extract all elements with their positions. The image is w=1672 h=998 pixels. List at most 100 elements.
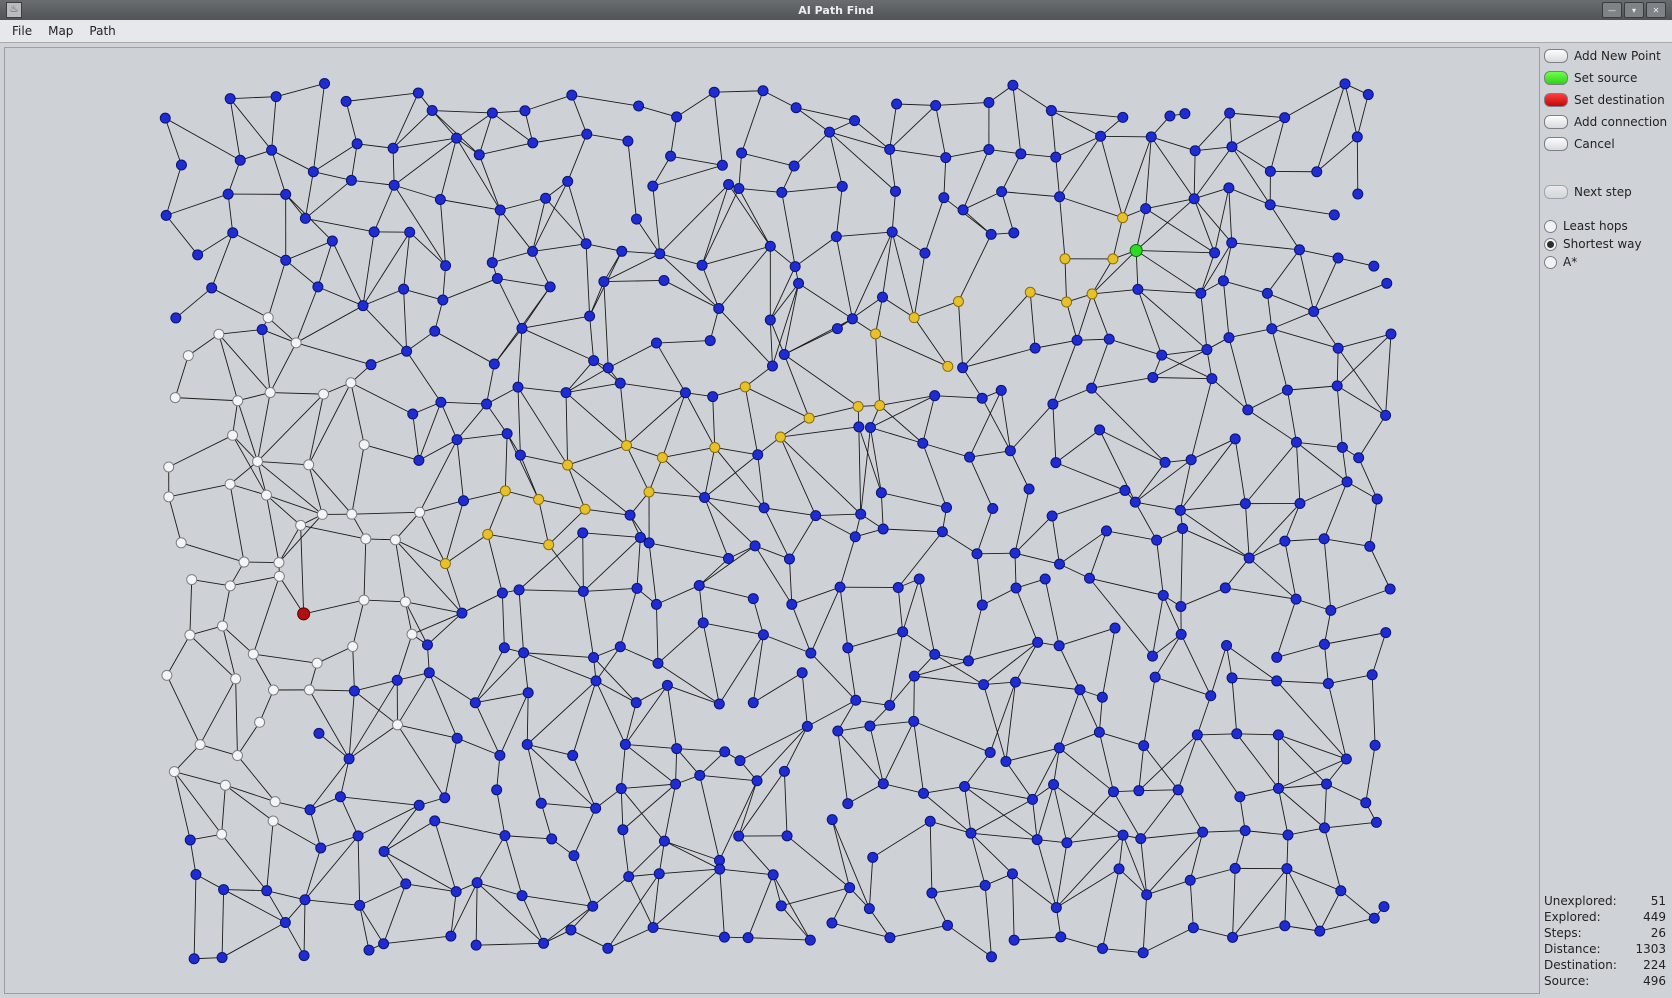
graph-node-blue[interactable] (388, 143, 398, 153)
graph-node-yellow[interactable] (1025, 287, 1035, 297)
graph-canvas[interactable] (4, 47, 1540, 994)
graph-node-blue[interactable] (960, 781, 970, 791)
graph-node-blue[interactable] (1056, 932, 1066, 942)
graph-node-blue[interactable] (1272, 652, 1282, 662)
minimize-button[interactable]: — (1602, 2, 1622, 18)
graph-node-yellow[interactable] (580, 504, 590, 514)
graph-node-white[interactable] (183, 351, 193, 361)
graph-node-blue[interactable] (482, 399, 492, 409)
graph-node-blue[interactable] (366, 360, 376, 370)
graph-node-blue[interactable] (316, 843, 326, 853)
graph-node-blue[interactable] (1370, 740, 1380, 750)
graph-node-white[interactable] (359, 595, 369, 605)
graph-node-blue[interactable] (499, 643, 509, 653)
graph-node-blue[interactable] (1016, 149, 1026, 159)
graph-node-white[interactable] (296, 520, 306, 530)
graph-node-blue[interactable] (1369, 913, 1379, 923)
graph-node-blue[interactable] (748, 594, 758, 604)
graph-node-blue[interactable] (997, 187, 1007, 197)
graph-node-blue[interactable] (563, 176, 573, 186)
graph-node-blue[interactable] (847, 314, 857, 324)
graph-node-blue[interactable] (1280, 113, 1290, 123)
graph-node-blue[interactable] (752, 776, 762, 786)
graph-node-blue[interactable] (966, 828, 976, 838)
graph-node-blue[interactable] (671, 779, 681, 789)
graph-node-blue[interactable] (515, 450, 525, 460)
graph-node-blue[interactable] (1333, 253, 1343, 263)
graph-node-blue[interactable] (914, 574, 924, 584)
graph-node-blue[interactable] (346, 175, 356, 185)
graph-node-blue[interactable] (942, 503, 952, 513)
graph-node-blue[interactable] (631, 698, 641, 708)
graph-node-white[interactable] (253, 456, 263, 466)
graph-node-blue[interactable] (1381, 410, 1391, 420)
graph-node-blue[interactable] (1342, 477, 1352, 487)
graph-node-blue[interactable] (402, 346, 412, 356)
graph-node-yellow[interactable] (943, 361, 953, 371)
graph-node-blue[interactable] (909, 716, 919, 726)
graph-node-white[interactable] (170, 393, 180, 403)
graph-node-blue[interactable] (1309, 307, 1319, 317)
graph-node-white[interactable] (248, 649, 258, 659)
graph-node-blue[interactable] (401, 879, 411, 889)
graph-node-blue[interactable] (734, 183, 744, 193)
graph-node-blue[interactable] (832, 324, 842, 334)
graph-node-blue[interactable] (1120, 485, 1130, 495)
graph-node-blue[interactable] (865, 423, 875, 433)
graph-node-yellow[interactable] (875, 400, 885, 410)
graph-node-blue[interactable] (1280, 536, 1290, 546)
graph-node-blue[interactable] (655, 249, 665, 259)
graph-node-blue[interactable] (620, 739, 630, 749)
graph-node-blue[interactable] (1365, 541, 1375, 551)
graph-node-blue[interactable] (1206, 691, 1216, 701)
graph-node-blue[interactable] (624, 872, 634, 882)
graph-node-blue[interactable] (697, 260, 707, 270)
add-new-point-button[interactable]: Add New Point (1544, 47, 1668, 65)
graph-node-blue[interactable] (750, 541, 760, 551)
graph-node-blue[interactable] (1291, 594, 1301, 604)
graph-node-blue[interactable] (1095, 425, 1105, 435)
graph-node-blue[interactable] (1228, 932, 1238, 942)
graph-node-blue[interactable] (765, 241, 775, 251)
graph-node-yellow[interactable] (953, 296, 963, 306)
graph-node-white[interactable] (232, 751, 242, 761)
graph-node-blue[interactable] (787, 599, 797, 609)
graph-node-blue[interactable] (389, 180, 399, 190)
next-step-button[interactable]: Next step (1544, 183, 1668, 201)
graph-node-blue[interactable] (1227, 673, 1237, 683)
graph-node-blue[interactable] (615, 378, 625, 388)
graph-node-blue[interactable] (413, 88, 423, 98)
set-destination-button[interactable]: Set destination (1544, 91, 1668, 109)
graph-node-blue[interactable] (1048, 399, 1058, 409)
graph-node-white[interactable] (319, 389, 329, 399)
graph-node-blue[interactable] (963, 656, 973, 666)
graph-node-yellow[interactable] (775, 432, 785, 442)
graph-node-blue[interactable] (1142, 890, 1152, 900)
graph-node-blue[interactable] (672, 744, 682, 754)
graph-node-blue[interactable] (517, 323, 527, 333)
graph-node-blue[interactable] (1267, 324, 1277, 334)
graph-node-blue[interactable] (435, 195, 445, 205)
graph-node-blue[interactable] (1009, 228, 1019, 238)
graph-node-blue[interactable] (1173, 785, 1183, 795)
graph-node-blue[interactable] (1353, 189, 1363, 199)
graph-node-blue[interactable] (827, 918, 837, 928)
graph-node-blue[interactable] (1010, 677, 1020, 687)
graph-node-white[interactable] (214, 329, 224, 339)
graph-node-yellow[interactable] (853, 401, 863, 411)
graph-node-blue[interactable] (1190, 146, 1200, 156)
graph-node-blue[interactable] (1265, 166, 1275, 176)
graph-node-blue[interactable] (517, 891, 527, 901)
graph-node-blue[interactable] (925, 816, 935, 826)
graph-node-blue[interactable] (349, 686, 359, 696)
graph-node-yellow[interactable] (483, 529, 493, 539)
graph-node-blue[interactable] (1114, 864, 1124, 874)
graph-node-blue[interactable] (1262, 288, 1272, 298)
graph-node-blue[interactable] (1196, 288, 1206, 298)
graph-node-blue[interactable] (474, 150, 484, 160)
graph-node-white[interactable] (225, 479, 235, 489)
graph-node-blue[interactable] (743, 933, 753, 943)
graph-node-blue[interactable] (1367, 670, 1377, 680)
graph-node-blue[interactable] (632, 583, 642, 593)
graph-node-blue[interactable] (414, 800, 424, 810)
